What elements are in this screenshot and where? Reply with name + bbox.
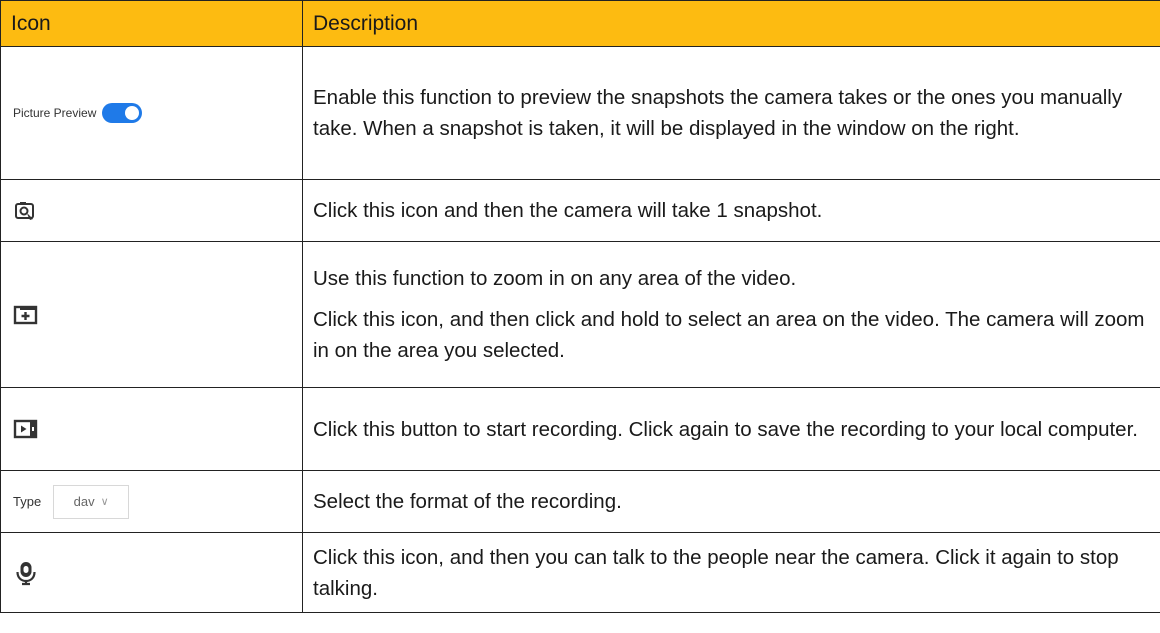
description-text: Enable this function to preview the snap… bbox=[313, 86, 1123, 140]
description-text: Use this function to zoom in on any area… bbox=[313, 267, 797, 290]
type-label: Type bbox=[13, 494, 42, 509]
description-cell: Click this button to start recording. Cl… bbox=[302, 387, 1160, 471]
icon-cell bbox=[0, 387, 303, 471]
table-row: Click this icon, and then you can talk t… bbox=[0, 532, 1160, 613]
icon-cell bbox=[0, 532, 303, 613]
zoom-in-icon[interactable] bbox=[13, 304, 39, 326]
toggle-knob bbox=[125, 106, 140, 120]
table-row: Picture Preview Enable this function to … bbox=[0, 46, 1160, 180]
header-icon: Icon bbox=[0, 0, 303, 47]
icon-description-table: Icon Description Picture Preview Enable … bbox=[0, 0, 1160, 613]
snapshot-icon[interactable] bbox=[13, 199, 37, 223]
description-text: Select the format of the recording. bbox=[313, 490, 622, 513]
chevron-down-icon: ∨ bbox=[100, 496, 109, 508]
description-cell: Select the format of the recording. bbox=[302, 470, 1160, 533]
table-row: Click this button to start recording. Cl… bbox=[0, 387, 1160, 471]
type-dropdown[interactable]: dav ∨ bbox=[53, 484, 130, 519]
table-row: Use this function to zoom in on any area… bbox=[0, 241, 1160, 388]
icon-cell: Picture Preview bbox=[0, 46, 303, 180]
description-text: Click this icon and then the camera will… bbox=[313, 199, 823, 222]
table-header-row: Icon Description bbox=[0, 0, 1160, 47]
description-text: Click this icon, and then click and hold… bbox=[313, 308, 1145, 362]
picture-preview-widget: Picture Preview bbox=[11, 103, 143, 123]
description-cell: Enable this function to preview the snap… bbox=[302, 46, 1160, 180]
description-cell: Click this icon and then the camera will… bbox=[302, 179, 1160, 242]
description-text: Click this icon, and then you can talk t… bbox=[313, 545, 1119, 600]
description-cell: Use this function to zoom in on any area… bbox=[302, 241, 1160, 388]
picture-preview-toggle[interactable] bbox=[102, 103, 143, 123]
record-icon[interactable] bbox=[13, 418, 39, 440]
table-row: Click this icon and then the camera will… bbox=[0, 179, 1160, 242]
type-value: dav bbox=[73, 494, 95, 509]
picture-preview-label: Picture Preview bbox=[13, 106, 97, 120]
description-text: Click this button to start recording. Cl… bbox=[313, 417, 1138, 441]
description-cell: Click this icon, and then you can talk t… bbox=[302, 532, 1160, 613]
icon-cell: Type dav ∨ bbox=[0, 470, 303, 533]
table-row: Type dav ∨ Select the format of the reco… bbox=[0, 470, 1160, 533]
type-select-widget: Type dav ∨ bbox=[11, 484, 130, 519]
icon-cell bbox=[0, 241, 303, 388]
header-description: Description bbox=[302, 0, 1160, 47]
talk-microphone-icon[interactable] bbox=[13, 560, 39, 586]
icon-cell bbox=[0, 179, 303, 242]
